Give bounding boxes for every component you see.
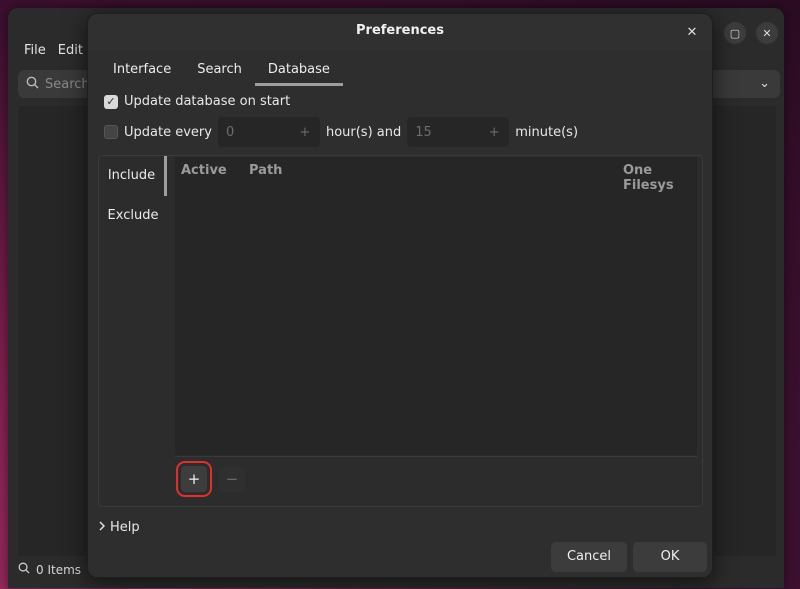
- minutes-suffix: minute(s): [515, 124, 579, 140]
- menu-edit[interactable]: Edit: [58, 43, 83, 63]
- hours-suffix: hour(s) and: [325, 124, 402, 140]
- hours-value: 0: [225, 124, 235, 140]
- chevron-down-icon: ⌄: [759, 76, 770, 91]
- update-on-start-label: Update database on start: [124, 94, 291, 109]
- filter-dropdown[interactable]: ⌄: [708, 70, 780, 98]
- list-toolbar: + −: [175, 456, 697, 501]
- dialog-title: Preferences: [356, 23, 444, 38]
- dialog-header: Preferences ✕: [88, 14, 712, 50]
- search-icon: [26, 76, 39, 93]
- minutes-spinner[interactable]: 15 +: [407, 117, 510, 147]
- column-header-path[interactable]: Path: [249, 163, 282, 178]
- panel-sidebar: Include Exclude: [99, 156, 167, 506]
- update-on-start-checkbox[interactable]: ✓: [104, 94, 118, 109]
- plus-icon[interactable]: +: [298, 125, 312, 140]
- update-every-checkbox[interactable]: [104, 125, 118, 139]
- status-count: 0 Items: [36, 562, 82, 577]
- sidebar-item-include[interactable]: Include: [99, 156, 167, 196]
- close-icon[interactable]: ✕: [682, 22, 702, 42]
- chevron-right-icon: [98, 520, 106, 535]
- tab-search[interactable]: Search: [184, 58, 255, 86]
- update-every-label: Update every: [124, 124, 212, 140]
- maximize-icon[interactable]: ▢: [724, 22, 746, 44]
- plus-icon[interactable]: +: [487, 125, 501, 140]
- ok-button[interactable]: OK: [633, 542, 707, 572]
- help-label: Help: [110, 520, 140, 535]
- add-path-button[interactable]: +: [176, 461, 212, 497]
- update-on-start-row: ✓ Update database on start: [104, 94, 290, 109]
- cancel-button[interactable]: Cancel: [551, 542, 627, 572]
- search-placeholder: Search: [45, 76, 90, 92]
- update-every-row: Update every 0 + hour(s) and 15 + minute…: [104, 117, 578, 147]
- path-list[interactable]: Active Path One Filesys: [175, 157, 697, 455]
- include-exclude-panel: Include Exclude Active Path One Filesys …: [98, 155, 703, 507]
- help-expander[interactable]: Help: [98, 520, 140, 535]
- close-icon[interactable]: ✕: [756, 22, 778, 44]
- status-bar: 0 Items: [18, 562, 81, 577]
- column-header-active[interactable]: Active: [181, 163, 227, 178]
- tab-database[interactable]: Database: [254, 58, 343, 86]
- minutes-value: 15: [415, 124, 432, 140]
- tab-interface[interactable]: Interface: [100, 58, 184, 86]
- column-header-one-filesystem[interactable]: One Filesys: [623, 163, 697, 193]
- tab-bar: Interface Search Database: [100, 58, 343, 86]
- search-icon: [18, 562, 30, 577]
- menu-file[interactable]: File: [24, 43, 46, 63]
- preferences-dialog: Preferences ✕ Interface Search Database …: [87, 13, 713, 578]
- sidebar-item-exclude[interactable]: Exclude: [99, 196, 167, 236]
- remove-path-button[interactable]: −: [219, 466, 245, 492]
- hours-spinner[interactable]: 0 +: [217, 117, 320, 147]
- menu-bar: File Edit: [8, 43, 83, 63]
